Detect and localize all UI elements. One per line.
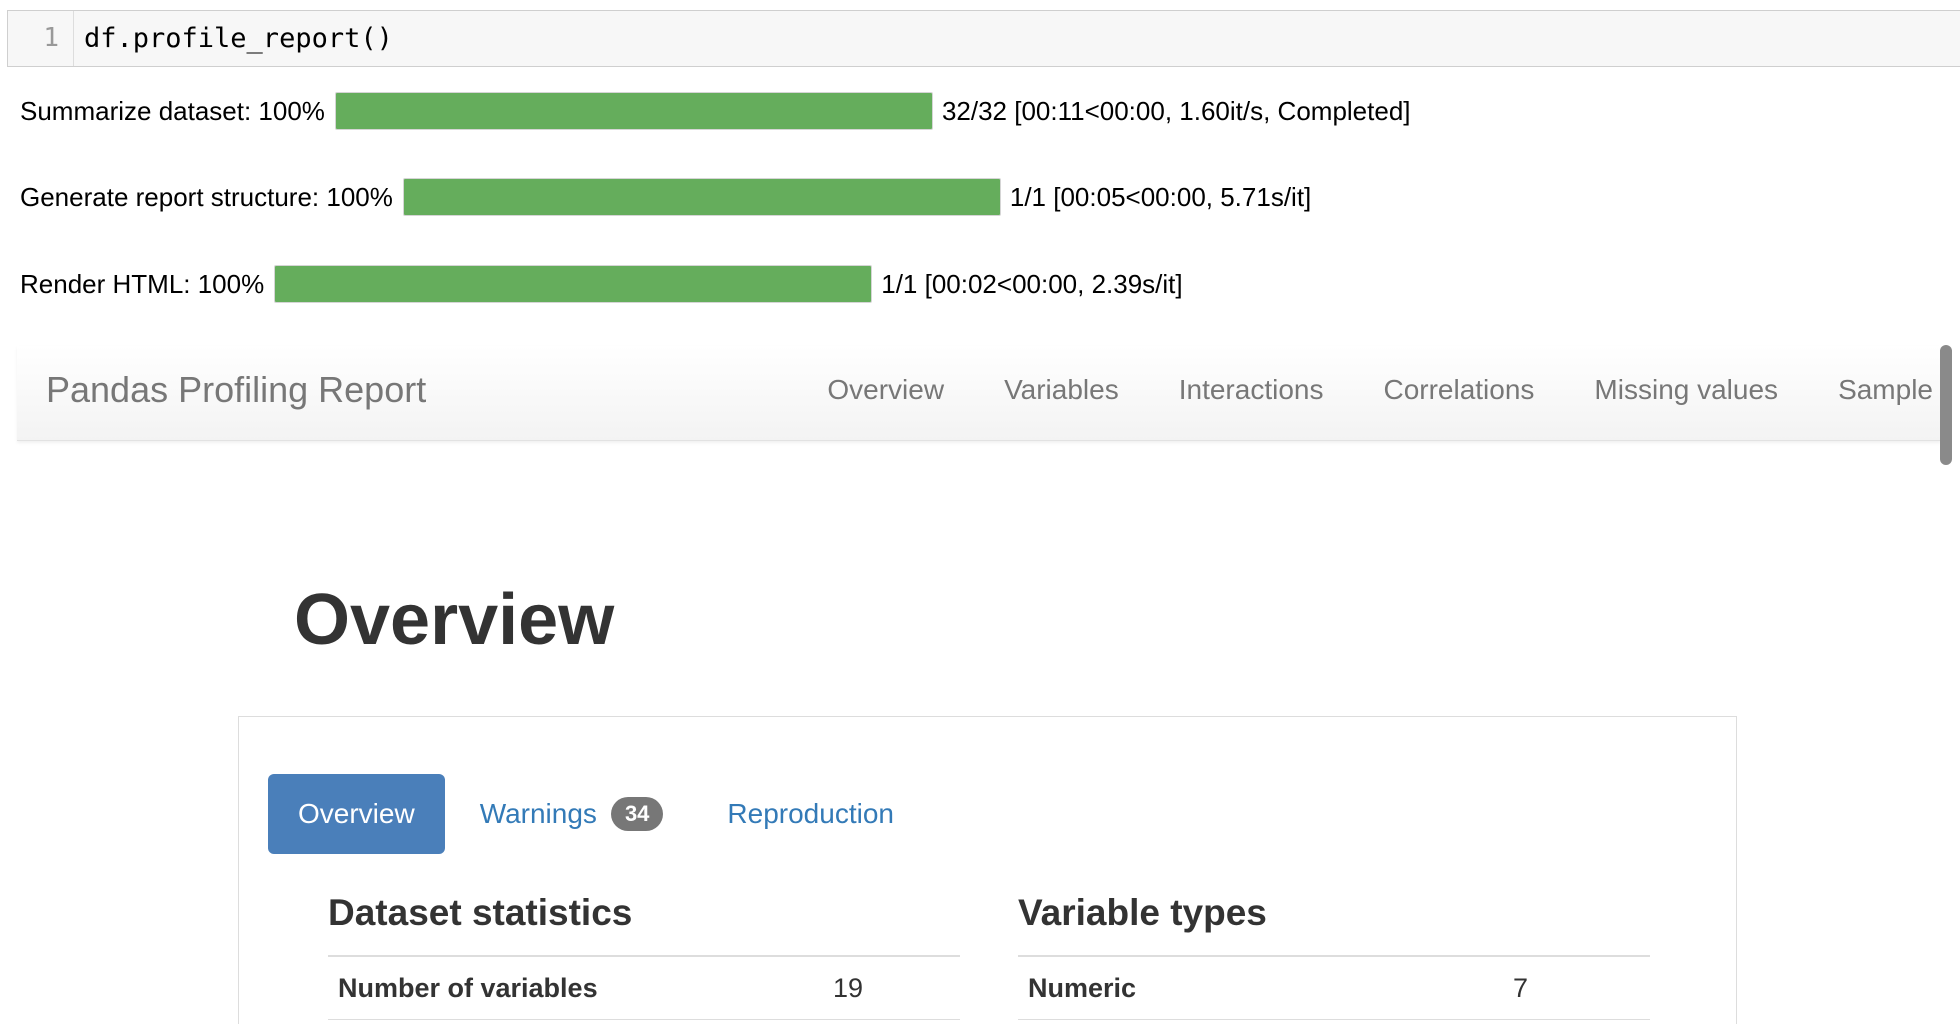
stat-name: Number of variables bbox=[338, 973, 598, 1003]
progress-summarize: Summarize dataset: 100% 32/32 [00:11<00:… bbox=[20, 91, 1411, 131]
table-row: Number of variables 19 bbox=[328, 957, 960, 1020]
warnings-count-badge: 34 bbox=[610, 797, 664, 831]
progress-label: Generate report structure: 100% bbox=[20, 181, 393, 212]
stat-value: 7 bbox=[1513, 973, 1529, 1003]
variable-types: Variable types Numeric 7 bbox=[1018, 889, 1650, 1020]
progress-fill bbox=[275, 266, 872, 302]
progress-stats: 1/1 [00:05<00:00, 5.71s/it] bbox=[1009, 181, 1312, 212]
progress-bar bbox=[274, 265, 873, 303]
line-number: 1 bbox=[8, 11, 74, 66]
nav-missing-values[interactable]: Missing values bbox=[1594, 346, 1778, 434]
overview-panel: Overview Warnings 34 Reproduction Datase… bbox=[238, 716, 1737, 1024]
progress-generate-report: Generate report structure: 100% 1/1 [00:… bbox=[20, 177, 1311, 217]
code-cell[interactable]: 1 df.profile_report() bbox=[7, 10, 1960, 67]
tab-reproduction[interactable]: Reproduction bbox=[698, 774, 923, 854]
dataset-statistics: Dataset statistics Number of variables 1… bbox=[328, 889, 960, 1020]
stat-name: Numeric bbox=[1028, 973, 1137, 1003]
report-brand[interactable]: Pandas Profiling Report bbox=[46, 346, 426, 434]
nav-sample[interactable]: Sample bbox=[1838, 346, 1933, 434]
progress-bar bbox=[334, 92, 933, 130]
progress-fill bbox=[403, 179, 1000, 215]
variable-types-heading: Variable types bbox=[1018, 892, 1267, 933]
nav-links: Overview Variables Interactions Correlat… bbox=[767, 346, 1933, 434]
progress-render-html: Render HTML: 100% 1/1 [00:02<00:00, 2.39… bbox=[20, 264, 1183, 304]
tab-label: Overview bbox=[298, 798, 415, 829]
tab-label: Warnings bbox=[479, 798, 597, 829]
table-row: Numeric 7 bbox=[1018, 957, 1650, 1020]
nav-variables[interactable]: Variables bbox=[1004, 346, 1119, 434]
progress-fill bbox=[335, 93, 932, 129]
nav-overview[interactable]: Overview bbox=[827, 346, 944, 434]
output-scrollbar[interactable] bbox=[1940, 345, 1952, 465]
stat-value: 19 bbox=[833, 973, 864, 1003]
tab-label: Reproduction bbox=[727, 798, 894, 829]
progress-stats: 32/32 [00:11<00:00, 1.60it/s, Completed] bbox=[941, 95, 1411, 126]
section-title: Overview bbox=[294, 580, 615, 660]
progress-label: Render HTML: 100% bbox=[20, 268, 265, 299]
progress-stats: 1/1 [00:02<00:00, 2.39s/it] bbox=[881, 268, 1183, 299]
code-input[interactable]: df.profile_report() bbox=[84, 11, 393, 66]
dataset-statistics-heading: Dataset statistics bbox=[328, 892, 633, 933]
tab-warnings[interactable]: Warnings 34 bbox=[451, 774, 693, 854]
overview-tabs: Overview Warnings 34 Reproduction bbox=[268, 774, 929, 854]
progress-bar bbox=[402, 178, 1001, 216]
report-navbar: Pandas Profiling Report Overview Variabl… bbox=[17, 346, 1941, 441]
nav-interactions[interactable]: Interactions bbox=[1179, 346, 1324, 434]
tab-overview[interactable]: Overview bbox=[268, 774, 445, 854]
notebook-output: 1 df.profile_report() Summarize dataset:… bbox=[0, 0, 1960, 1024]
progress-label: Summarize dataset: 100% bbox=[20, 95, 325, 126]
nav-correlations[interactable]: Correlations bbox=[1383, 346, 1534, 434]
